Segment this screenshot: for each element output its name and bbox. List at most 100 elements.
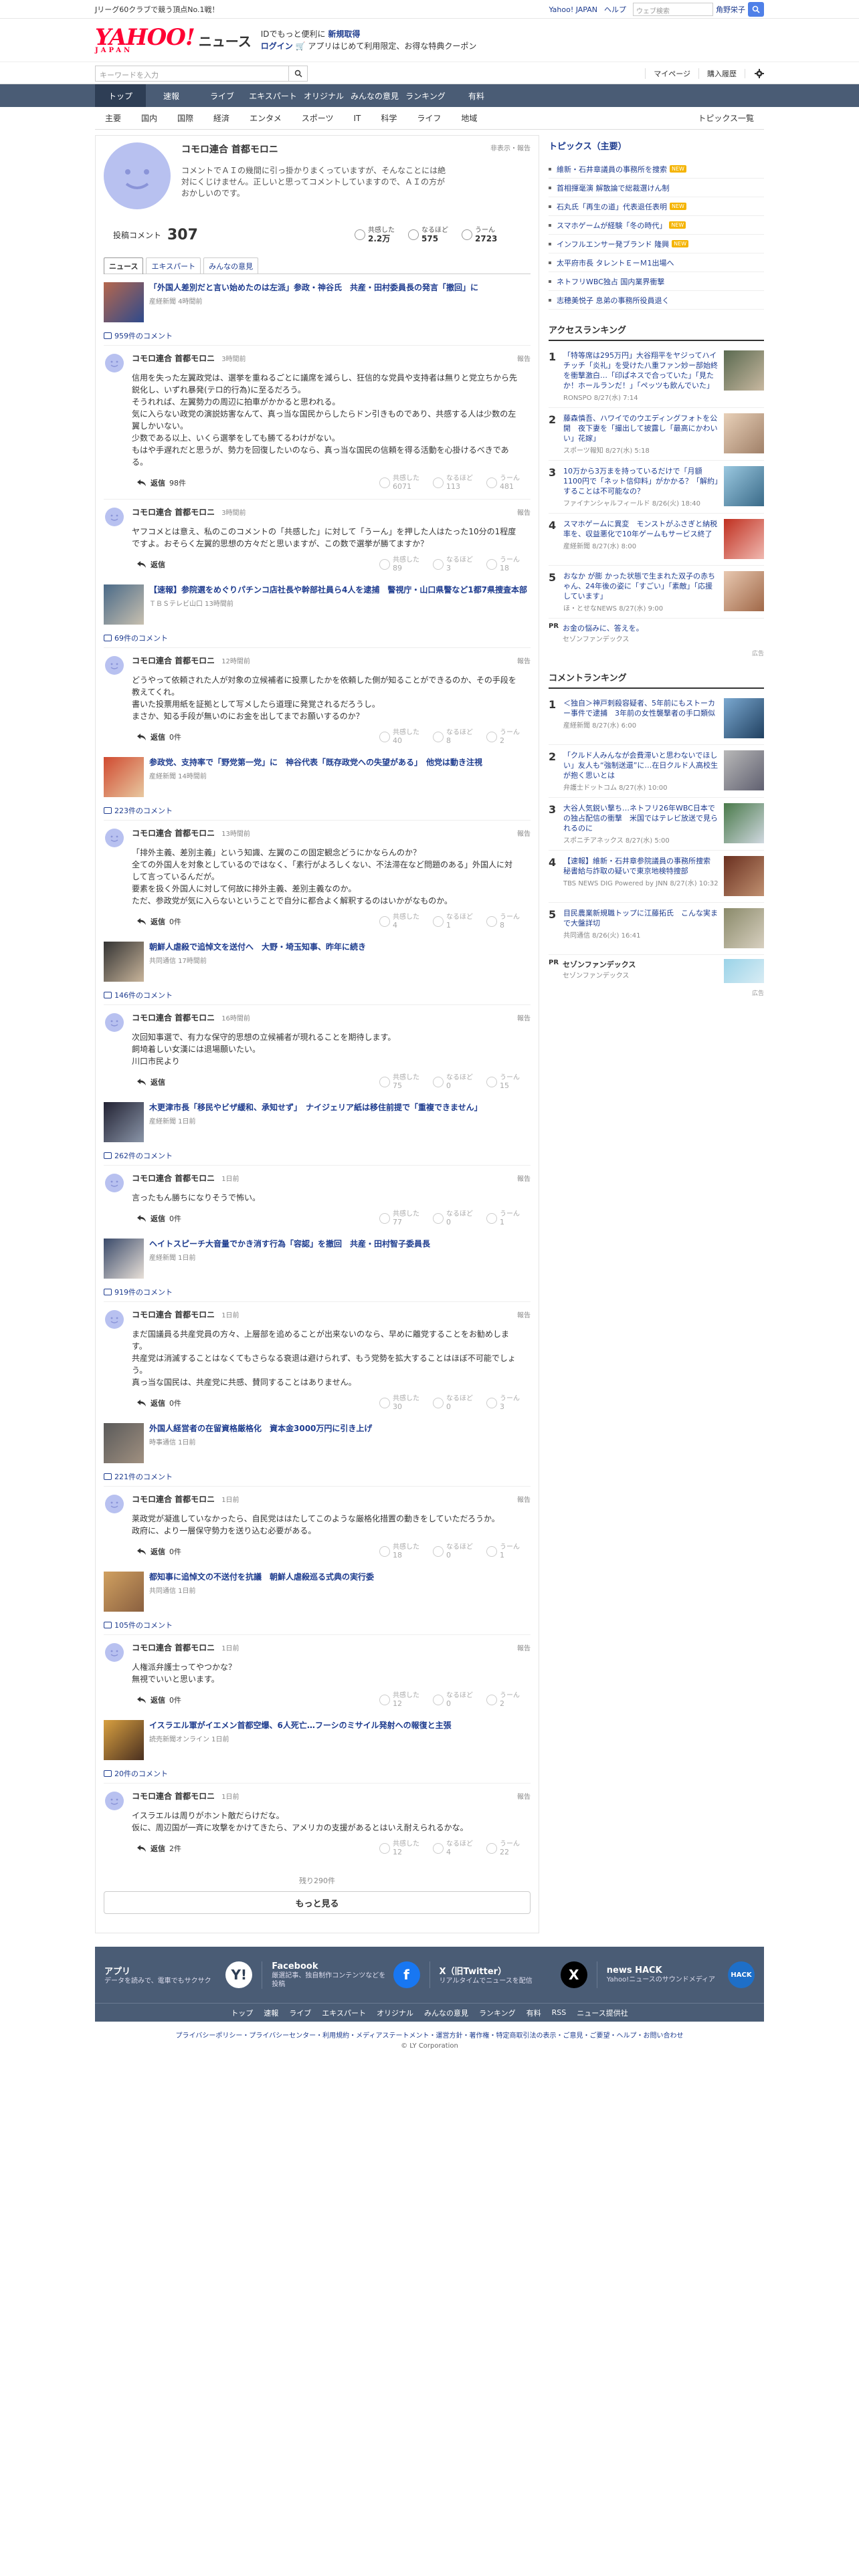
article[interactable]: イスラエル軍がイエメン首都空爆、6人死亡…フーシのミサイル発射への報復と主張 読売… [104, 1720, 531, 1760]
reaction-agree-button[interactable]: 共感した 75 [379, 1074, 423, 1090]
topics-list-link[interactable]: トピックス一覧 [688, 112, 764, 124]
subnav-item-0[interactable]: 主要 [95, 112, 131, 124]
report-link[interactable]: 報告 [517, 1309, 531, 1319]
reaction-insight-button[interactable]: なるほど 0 [433, 1210, 477, 1226]
gnav-item-5[interactable]: みんなの意見 [349, 84, 400, 107]
report-link[interactable]: 報告 [517, 1642, 531, 1652]
reply-button[interactable]: 返信 0件 [137, 1398, 181, 1408]
comment-count-link[interactable]: 959件のコメント [104, 330, 531, 341]
article-title[interactable]: 「外国人差別だと言い始めたのは左派」参政・神谷氏 共産・田村委員長の発言「撤回」… [149, 282, 478, 294]
comment-count-link[interactable]: 146件のコメント [104, 990, 531, 1000]
keyword-input[interactable]: キーワードを入力 [95, 66, 289, 82]
subnav-item-6[interactable]: IT [343, 114, 371, 123]
gnav-item-1[interactable]: 速報 [146, 84, 197, 107]
reply-button[interactable]: 返信 [137, 559, 165, 570]
ranking-item[interactable]: 4 スマホゲームに異変 モンストがふさぎと納税率を、収益悪化で10年ゲームもサービ… [549, 514, 764, 566]
reaction-hmm-button[interactable]: うーん 1 [486, 1210, 531, 1226]
reaction-agree-button[interactable]: 共感した 18 [379, 1543, 423, 1560]
footer-nav-link[interactable]: オリジナル [377, 2008, 413, 2018]
web-search-button[interactable] [748, 2, 764, 17]
reaction-insight-button[interactable]: なるほど 0 [433, 1395, 477, 1411]
reply-button[interactable]: 返信 0件 [137, 1546, 181, 1557]
service-name[interactable]: ニュース [199, 31, 252, 50]
tab-opinion[interactable]: みんなの意見 [203, 257, 259, 274]
reaction-hmm-button[interactable]: うーん 22 [486, 1840, 531, 1856]
reaction-hmm-button[interactable]: うーん 3 [486, 1395, 531, 1411]
comment-count-link[interactable]: 69件のコメント [104, 633, 531, 643]
topic-item[interactable]: 太平府市長 タレントＥーＭ1出場へ [549, 253, 764, 272]
reaction-agree-button[interactable]: 共感した 6071 [379, 475, 423, 491]
reaction-insight-button[interactable]: なるほど 4 [433, 1840, 477, 1856]
facebook-footer-link[interactable]: Facebook 厳選記事、独自制作コンテンツなどを投稿 f [262, 1961, 429, 1989]
pr-item[interactable]: PR セゾンファンデックス セゾンファンデックス [549, 955, 764, 987]
comment-author[interactable]: コモロ連合 首都モロニ [132, 655, 215, 666]
comment-author[interactable]: コモロ連合 首都モロニ [132, 352, 215, 364]
article-title[interactable]: 【速報】参院選をめぐりパチンコ店社長や幹部社員ら4人を逮捕 警視庁・山口県警など… [149, 584, 527, 596]
gnav-item-3[interactable]: エキスパート [248, 84, 298, 107]
settings-button[interactable] [745, 69, 764, 78]
yahoo-japan-link[interactable]: Yahoo! JAPAN [549, 5, 597, 14]
username[interactable]: 角野栄子 [716, 4, 745, 15]
comment-count-link[interactable]: 221件のコメント [104, 1471, 531, 1482]
comment-author[interactable]: コモロ連合 首都モロニ [132, 1309, 215, 1320]
article-title[interactable]: イスラエル軍がイエメン首都空爆、6人死亡…フーシのミサイル発射への報復と主張 [149, 1720, 452, 1731]
article-title[interactable]: 都知事に追悼文の不送付を抗議 朝鮮人虐殺巡る式典の実行委 [149, 1572, 374, 1583]
reaction-insight-button[interactable]: なるほど 0 [433, 1074, 477, 1090]
article[interactable]: 木更津市長「移民やビザ緩和、承知せず」 ナイジェリア紙は移住前提で「重複できませ… [104, 1102, 531, 1142]
report-link[interactable]: 報告 [517, 1494, 531, 1504]
reply-button[interactable]: 返信 0件 [137, 1695, 181, 1705]
report-link[interactable]: 報告 [517, 353, 531, 363]
reaction-agree-button[interactable]: 共感した 4 [379, 914, 423, 930]
reaction-insight-button[interactable]: なるほど 3 [433, 556, 477, 572]
comment-count-link[interactable]: 262件のコメント [104, 1150, 531, 1161]
reply-button[interactable]: 返信 0件 [137, 732, 181, 742]
footer-nav-link[interactable]: トップ [231, 2008, 253, 2018]
report-link[interactable]: 報告 [517, 1173, 531, 1183]
more-button[interactable]: もっと見る [104, 1891, 531, 1914]
article-title[interactable]: 木更津市長「移民やビザ緩和、承知せず」 ナイジェリア紙は移住前提で「重複できませ… [149, 1102, 482, 1113]
comment-author[interactable]: コモロ連合 首都モロニ [132, 1790, 215, 1802]
web-search-input[interactable]: ウェブ検索 [633, 3, 713, 16]
article[interactable]: 【速報】参院選をめぐりパチンコ店社長や幹部社員ら4人を逮捕 警視庁・山口県警など… [104, 584, 531, 625]
topic-item[interactable]: インフルエンサー発ブランド 隆興 NEW [549, 235, 764, 253]
reaction-agree-button[interactable]: 共感した 12 [379, 1692, 423, 1708]
pr-item[interactable]: PR お金の悩みに、答えを。 セゾンファンデックス [549, 619, 764, 647]
ranking-item[interactable]: 3 10万から3万まを持っているだけで「月額1100円で「ネット信仰料」がかかる？… [549, 461, 764, 514]
topic-item[interactable]: 首相揮毫演 解散論で総裁選けん制 [549, 179, 764, 197]
article[interactable]: 参政党、支持率で「野党第一党」に 神谷代表「既存政党への失望がある」 他党は動き… [104, 757, 531, 797]
reaction-insight-button[interactable]: なるほど 8 [433, 729, 477, 745]
reply-button[interactable]: 返信 0件 [137, 1213, 181, 1224]
gnav-item-6[interactable]: ランキング [400, 84, 451, 107]
report-link[interactable]: 報告 [517, 1791, 531, 1801]
report-link[interactable]: 報告 [517, 828, 531, 838]
topic-item[interactable]: 維新・石井章議員の事務所を捜索 NEW [549, 160, 764, 179]
help-link[interactable]: ヘルプ [604, 4, 626, 15]
reaction-hmm-button[interactable]: うーん 2 [486, 729, 531, 745]
article[interactable]: 外国人経営者の在留資格厳格化 資本金3000万円に引き上げ 時事通信 1日前 [104, 1423, 531, 1463]
footer-nav-link[interactable]: エキスパート [322, 2008, 366, 2018]
footer-legal[interactable]: プライバシーポリシー・プライバシーセンター・利用規約・メディアステートメント・運… [0, 2022, 859, 2042]
ranking-item[interactable]: 1 ＜独自＞神戸刺殺容疑者、5年前にもストーカー事件で逮捕 3年前の女性襲撃者の手… [549, 693, 764, 745]
article-title[interactable]: 朝鮮人虐殺で追悼文を送付へ 大野・埼玉知事、昨年に続き [149, 942, 366, 953]
gnav-item-4[interactable]: オリジナル [298, 84, 349, 107]
article[interactable]: ヘイトスピーチ大音量でかき消す行為「容認」を撤回 共産・田村智子委員長 産経新聞 … [104, 1239, 531, 1279]
comment-author[interactable]: コモロ連合 首都モロニ [132, 1012, 215, 1023]
comment-author[interactable]: コモロ連合 首都モロニ [132, 827, 215, 839]
subnav-item-3[interactable]: 経済 [203, 112, 240, 124]
topics-title[interactable]: トピックス（主要） [549, 135, 764, 156]
article[interactable]: 朝鮮人虐殺で追悼文を送付へ 大野・埼玉知事、昨年に続き 共同通信 17時間前 [104, 942, 531, 982]
footer-nav-link[interactable]: 有料 [527, 2008, 541, 2018]
comment-count-link[interactable]: 105件のコメント [104, 1620, 531, 1630]
subnav-item-9[interactable]: 地域 [451, 112, 487, 124]
ranking-item[interactable]: 3 大谷人気鋭い撃ち…ネトフリ26年WBC日本での独占配信の衝撃 米国ではテレビ放… [549, 798, 764, 851]
reaction-hmm-button[interactable]: うーん 8 [486, 914, 531, 930]
footer-nav-link[interactable]: ニュース提供社 [577, 2008, 628, 2018]
report-link[interactable]: 報告 [517, 507, 531, 517]
footer-nav-link[interactable]: 速報 [264, 2008, 278, 2018]
comment-count-link[interactable]: 919件のコメント [104, 1287, 531, 1297]
ranking-item[interactable]: 5 おなか が膨 かった状態で生まれた双子の赤ちゃん、24年後の姿に「すごい」「素… [549, 566, 764, 619]
gnav-item-2[interactable]: ライブ [197, 84, 248, 107]
app-footer-link[interactable]: アプリ データを読みで、電車でもサクサク Y! [95, 1961, 262, 1988]
tab-news[interactable]: ニュース [104, 257, 144, 274]
reaction-insight-button[interactable]: なるほど 0 [433, 1692, 477, 1708]
